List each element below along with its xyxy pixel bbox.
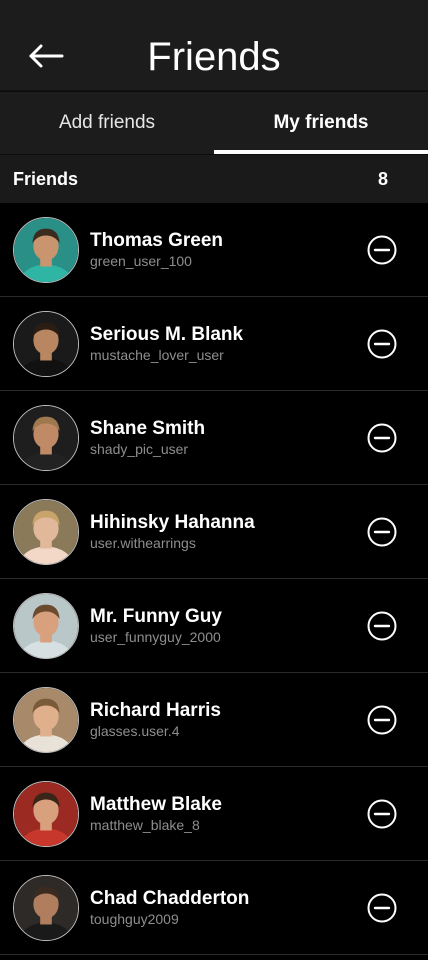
remove-friend-button[interactable] xyxy=(367,235,397,265)
friend-list: Thomas Green green_user_100 Serious M. Bla… xyxy=(0,203,428,955)
remove-friend-button[interactable] xyxy=(367,705,397,735)
avatar-image xyxy=(14,405,78,470)
avatar-image xyxy=(14,593,78,658)
friend-row[interactable]: Serious M. Blank mustache_lover_user xyxy=(0,297,428,391)
minus-circle-icon xyxy=(367,517,397,546)
avatar[interactable] xyxy=(13,310,79,377)
minus-circle-icon xyxy=(367,705,397,734)
top-bar: Friends xyxy=(0,0,428,91)
page-title: Friends xyxy=(147,35,281,79)
friend-row[interactable]: Matthew Blake matthew_blake_8 xyxy=(0,767,428,861)
app-root: Friends Add friends My friends Friends 8… xyxy=(0,0,428,960)
avatar[interactable] xyxy=(13,498,79,565)
minus-circle-icon xyxy=(367,235,397,264)
avatar-image xyxy=(14,781,78,846)
friend-row[interactable]: Shane Smith shady_pic_user xyxy=(0,391,428,485)
avatar[interactable] xyxy=(13,780,79,847)
avatar-image xyxy=(14,499,78,564)
avatar-image xyxy=(14,687,78,752)
friend-row[interactable]: Chad Chadderton toughguy2009 xyxy=(0,861,428,955)
tab-bar: Add friends My friends xyxy=(0,91,428,154)
minus-circle-icon xyxy=(367,329,397,358)
avatar-image xyxy=(14,875,78,940)
friend-row[interactable]: Thomas Green green_user_100 xyxy=(0,203,428,297)
remove-friend-button[interactable] xyxy=(367,329,397,359)
friend-row[interactable]: Mr. Funny Guy user_funnyguy_2000 xyxy=(0,579,428,673)
remove-friend-button[interactable] xyxy=(367,423,397,453)
tab-my-friends[interactable]: My friends xyxy=(214,92,428,154)
avatar[interactable] xyxy=(13,874,79,941)
avatar[interactable] xyxy=(13,404,79,471)
avatar-image xyxy=(14,217,78,282)
avatar[interactable] xyxy=(13,592,79,659)
friend-row[interactable]: Richard Harris glasses.user.4 xyxy=(0,673,428,767)
remove-friend-button[interactable] xyxy=(367,799,397,829)
tab-add-friends[interactable]: Add friends xyxy=(0,92,214,154)
remove-friend-button[interactable] xyxy=(367,893,397,923)
remove-friend-button[interactable] xyxy=(367,517,397,547)
avatar-image xyxy=(14,311,78,376)
friends-count: 8 xyxy=(377,168,388,189)
avatar[interactable] xyxy=(13,686,79,753)
minus-circle-icon xyxy=(367,893,397,922)
minus-circle-icon xyxy=(367,423,397,452)
remove-friend-button[interactable] xyxy=(367,611,397,641)
section-title: Friends xyxy=(13,168,79,189)
minus-circle-icon xyxy=(367,799,397,828)
avatar[interactable] xyxy=(13,216,79,283)
friend-row[interactable]: Hihinsky Hahanna user.withearrings xyxy=(0,485,428,579)
minus-circle-icon xyxy=(367,611,397,640)
section-header: Friends 8 xyxy=(0,154,428,203)
